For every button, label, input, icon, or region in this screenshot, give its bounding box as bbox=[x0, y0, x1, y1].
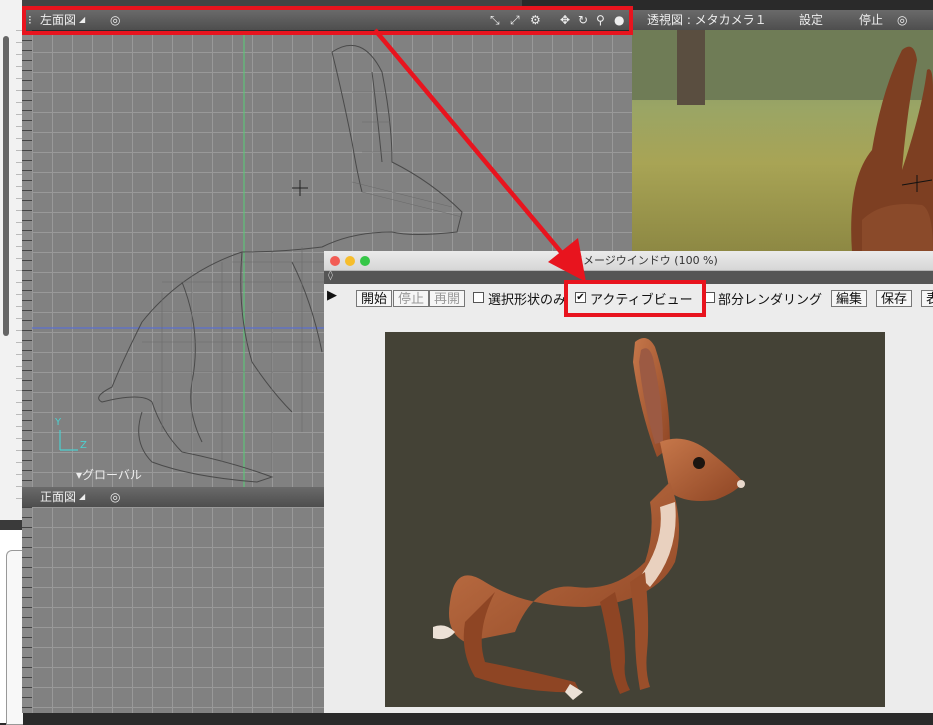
highlight-arrow bbox=[373, 28, 586, 282]
